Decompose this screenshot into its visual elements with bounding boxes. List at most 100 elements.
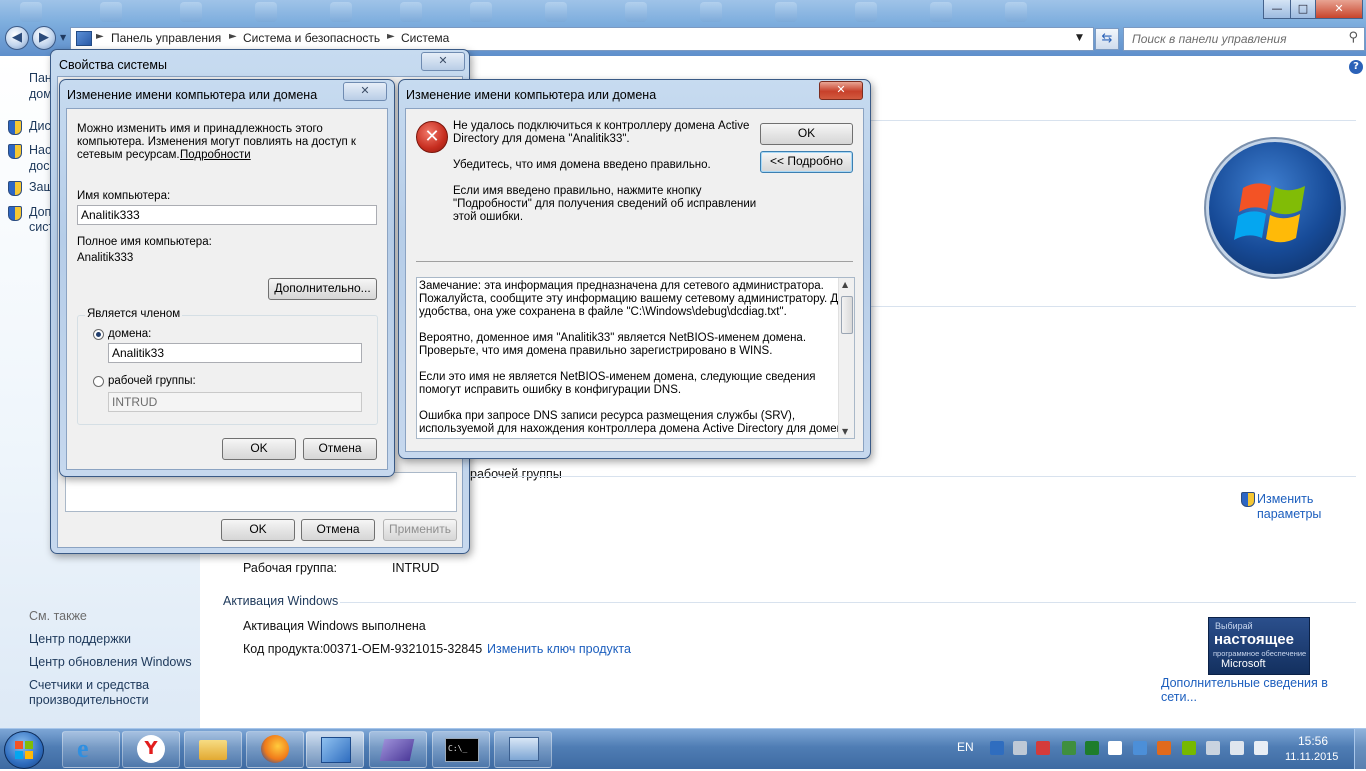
taskbar-cmd[interactable]: C:\_ bbox=[432, 731, 490, 768]
sidebar-item-partial[interactable]: Дис bbox=[29, 119, 51, 133]
detail-line: Вероятно, доменное имя "Analitik33" явля… bbox=[419, 332, 807, 344]
workgroup-radio[interactable] bbox=[93, 376, 104, 387]
forward-button[interactable]: ▶ bbox=[32, 26, 56, 50]
back-button[interactable]: ◀ bbox=[5, 26, 29, 50]
details-link[interactable]: Подробности bbox=[180, 149, 251, 162]
cancel-button[interactable]: Отмена bbox=[303, 438, 377, 460]
product-key-label: Код продукта: bbox=[243, 642, 324, 656]
maximize-button[interactable]: □ bbox=[1290, 0, 1316, 19]
tray-icon[interactable] bbox=[1206, 741, 1220, 755]
nvidia-icon[interactable] bbox=[1182, 741, 1196, 755]
recent-pages-icon[interactable]: ▼ bbox=[60, 33, 66, 42]
ok-button[interactable]: OK bbox=[760, 123, 853, 145]
intro-text-line3: сетевым ресурсам. bbox=[77, 149, 180, 161]
search-input[interactable]: Поиск в панели управления ⚲ bbox=[1123, 27, 1365, 51]
sidebar-item-partial[interactable]: Нас bbox=[29, 143, 51, 157]
taskbar-explorer[interactable] bbox=[184, 731, 242, 768]
ok-button[interactable]: OK bbox=[222, 438, 296, 460]
dialog-title: Изменение имени компьютера или домена bbox=[406, 88, 657, 102]
refresh-icon[interactable]: ⇆ bbox=[1095, 28, 1119, 50]
tray-icon[interactable] bbox=[1013, 741, 1027, 755]
rename-computer-dialog: Изменение имени компьютера или домена ✕ … bbox=[59, 79, 395, 477]
domain-radio[interactable] bbox=[93, 329, 104, 340]
see-also-performance-line2[interactable]: производительности bbox=[29, 693, 149, 707]
close-icon[interactable]: ✕ bbox=[819, 81, 863, 100]
computer-name-label: Имя компьютера: bbox=[77, 190, 171, 202]
domain-field[interactable]: Analitik33 bbox=[108, 343, 362, 363]
change-settings-link-line2[interactable]: параметры bbox=[1257, 507, 1321, 521]
tray-icon[interactable] bbox=[1133, 741, 1147, 755]
workgroup-field[interactable]: INTRUD bbox=[108, 392, 362, 412]
address-bar[interactable]: ► Панель управления ► Система и безопасн… bbox=[70, 27, 1094, 51]
see-also-performance[interactable]: Счетчики и средства bbox=[29, 678, 149, 692]
breadcrumb-system[interactable]: Система bbox=[401, 31, 449, 45]
more-button[interactable]: Дополнительно... bbox=[268, 278, 377, 300]
scroll-down-icon[interactable]: ▼ bbox=[842, 427, 848, 436]
ok-button[interactable]: OK bbox=[221, 519, 295, 541]
cancel-button[interactable]: Отмена bbox=[301, 519, 375, 541]
tray-icon[interactable] bbox=[1157, 741, 1171, 755]
full-name-label: Полное имя компьютера: bbox=[77, 236, 212, 248]
change-product-key-link[interactable]: Изменить ключ продукта bbox=[487, 642, 631, 656]
description-area bbox=[65, 472, 457, 512]
chevron-down-icon[interactable]: ▼ bbox=[1076, 33, 1083, 43]
help-icon[interactable]: ? bbox=[1349, 60, 1363, 74]
sidebar-item-partial[interactable]: дос bbox=[29, 159, 50, 173]
shield-icon bbox=[8, 144, 22, 159]
search-icon[interactable]: ⚲ bbox=[1348, 30, 1358, 45]
member-of-label: Является членом bbox=[85, 308, 183, 321]
taskbar-firefox[interactable] bbox=[246, 731, 304, 768]
sidebar-item-partial[interactable]: дом bbox=[29, 87, 52, 101]
scrollbar[interactable]: ▲ ▼ bbox=[838, 278, 854, 438]
see-also-windows-update[interactable]: Центр обновления Windows bbox=[29, 655, 192, 669]
taskbar-yandex[interactable]: Y bbox=[122, 731, 180, 768]
details-textbox[interactable]: Замечание: эта информация предназначена … bbox=[416, 277, 855, 439]
network-status-icon[interactable] bbox=[1230, 741, 1244, 755]
show-desktop-button[interactable] bbox=[1354, 729, 1366, 769]
workgroup-label: Рабочая группа: bbox=[243, 561, 338, 575]
breadcrumb-system-security[interactable]: Система и безопасность bbox=[243, 31, 380, 45]
sidebar-item-partial[interactable]: Доп bbox=[29, 205, 51, 219]
scroll-up-icon[interactable]: ▲ bbox=[842, 280, 848, 289]
separator-icon: ► bbox=[387, 31, 395, 42]
genuine-microsoft-badge[interactable]: Выбирай настоящее программное обеспечени… bbox=[1208, 617, 1310, 675]
network-icon bbox=[509, 737, 539, 761]
badge-line4: Microsoft bbox=[1221, 658, 1266, 670]
clock-time[interactable]: 15:56 bbox=[1298, 734, 1328, 748]
details-toggle-button[interactable]: << Подробно bbox=[760, 151, 853, 173]
error-message-line2: Directory для домена "Analitik33". bbox=[453, 133, 630, 145]
more-info-online-link[interactable]: Дополнительные сведения в сети... bbox=[1161, 676, 1366, 704]
start-button[interactable] bbox=[4, 731, 44, 769]
scroll-thumb[interactable] bbox=[841, 296, 853, 334]
taskbar-network[interactable] bbox=[494, 731, 552, 768]
section-divider bbox=[340, 602, 1356, 603]
close-button[interactable]: ✕ bbox=[1315, 0, 1363, 19]
activation-status: Активация Windows выполнена bbox=[243, 619, 426, 633]
close-icon[interactable]: ✕ bbox=[343, 82, 387, 101]
sidebar-item-partial[interactable]: Пан bbox=[29, 71, 52, 85]
tray-icon[interactable] bbox=[1036, 741, 1050, 755]
minimize-button[interactable]: — bbox=[1263, 0, 1291, 19]
clock-date[interactable]: 11.11.2015 bbox=[1285, 751, 1338, 763]
shield-icon bbox=[8, 120, 22, 135]
volume-icon[interactable] bbox=[1254, 741, 1268, 755]
breadcrumb-control-panel[interactable]: Панель управления bbox=[111, 31, 221, 45]
apply-button[interactable]: Применить bbox=[383, 519, 457, 541]
language-indicator[interactable]: EN bbox=[957, 740, 974, 754]
detail-line: удобства, она уже сохранена в файле "C:\… bbox=[419, 306, 787, 318]
change-settings-link[interactable]: Изменить bbox=[1257, 492, 1313, 506]
close-icon[interactable]: ✕ bbox=[421, 52, 465, 71]
tray-icon[interactable] bbox=[990, 741, 1004, 755]
see-also-action-center[interactable]: Центр поддержки bbox=[29, 632, 131, 646]
error-hint-line1: Если имя введено правильно, нажмите кноп… bbox=[453, 185, 702, 197]
workgroup-section-heading: рабочей группы bbox=[470, 467, 562, 481]
tray-icon[interactable] bbox=[1085, 741, 1099, 755]
firefox-icon bbox=[261, 735, 289, 763]
taskbar-ie[interactable]: e bbox=[62, 731, 120, 768]
computer-name-field[interactable]: Analitik333 bbox=[77, 205, 377, 225]
tray-icon[interactable] bbox=[1062, 741, 1076, 755]
badge-line1: Выбирай bbox=[1215, 621, 1253, 631]
taskbar-virtualbox[interactable] bbox=[369, 731, 427, 768]
windows-flag-icon[interactable] bbox=[1108, 741, 1122, 755]
taskbar-control-panel[interactable] bbox=[306, 731, 364, 768]
